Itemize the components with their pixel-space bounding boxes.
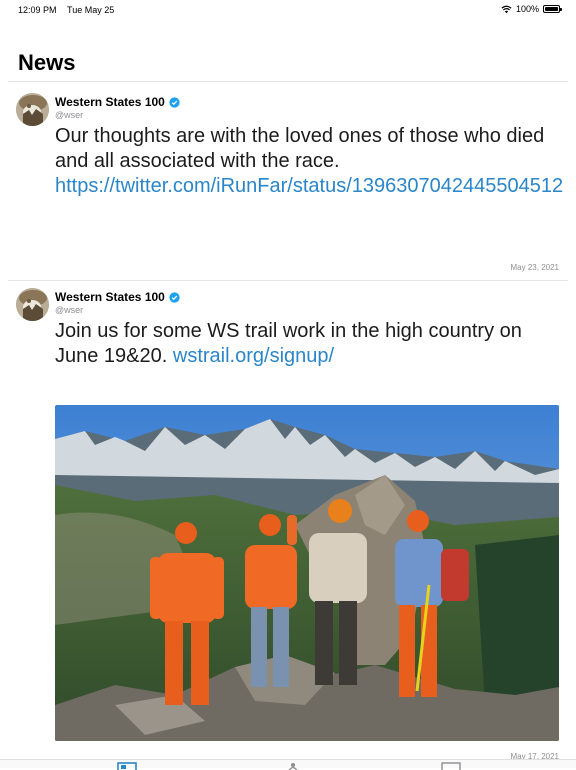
author-handle: @wser bbox=[55, 305, 84, 315]
avatar[interactable] bbox=[16, 93, 49, 126]
tweet-body: Our thoughts are with the loved ones of … bbox=[55, 125, 545, 172]
author-row: Western States 100 bbox=[55, 290, 180, 304]
runner-tab-icon[interactable] bbox=[283, 762, 303, 770]
tweet-link[interactable]: https://twitter.com/iRunFar/status/13963… bbox=[55, 175, 563, 197]
battery-percent: 100% bbox=[515, 4, 539, 14]
status-time: 12:09 PM bbox=[18, 5, 57, 15]
tweet-item[interactable]: Western States 100 @wser Join us for som… bbox=[0, 287, 576, 768]
tweet-date: May 23, 2021 bbox=[510, 263, 559, 272]
verified-badge-icon bbox=[169, 291, 180, 303]
header-divider bbox=[8, 81, 568, 82]
tweet-link[interactable]: wstrail.org/signup/ bbox=[173, 345, 334, 367]
tweet-divider bbox=[8, 280, 568, 281]
tab-bar bbox=[0, 759, 576, 770]
battery-fill bbox=[545, 7, 558, 11]
tweet-media-image[interactable] bbox=[55, 405, 559, 741]
verified-badge-icon bbox=[169, 96, 180, 108]
status-left: 12:09 PM Tue May 25 bbox=[18, 5, 114, 15]
tweet-text: Our thoughts are with the loved ones of … bbox=[55, 124, 565, 199]
author-row: Western States 100 bbox=[55, 95, 180, 109]
status-date: Tue May 25 bbox=[67, 5, 115, 15]
news-tab-icon[interactable] bbox=[117, 762, 137, 770]
status-right: 100% bbox=[501, 4, 562, 14]
avatar[interactable] bbox=[16, 288, 49, 321]
wifi-icon bbox=[501, 5, 512, 13]
battery-icon bbox=[543, 5, 562, 13]
author-handle: @wser bbox=[55, 110, 84, 120]
page-title: News bbox=[18, 50, 76, 75]
tweet-text: Join us for some WS trail work in the hi… bbox=[55, 319, 565, 369]
status-bar: 12:09 PM Tue May 25 100% bbox=[0, 0, 576, 20]
author-name: Western States 100 bbox=[55, 95, 165, 109]
author-name: Western States 100 bbox=[55, 290, 165, 304]
tweet-item[interactable]: Western States 100 @wser Our thoughts ar… bbox=[0, 92, 576, 281]
more-tab-icon[interactable] bbox=[441, 762, 461, 770]
